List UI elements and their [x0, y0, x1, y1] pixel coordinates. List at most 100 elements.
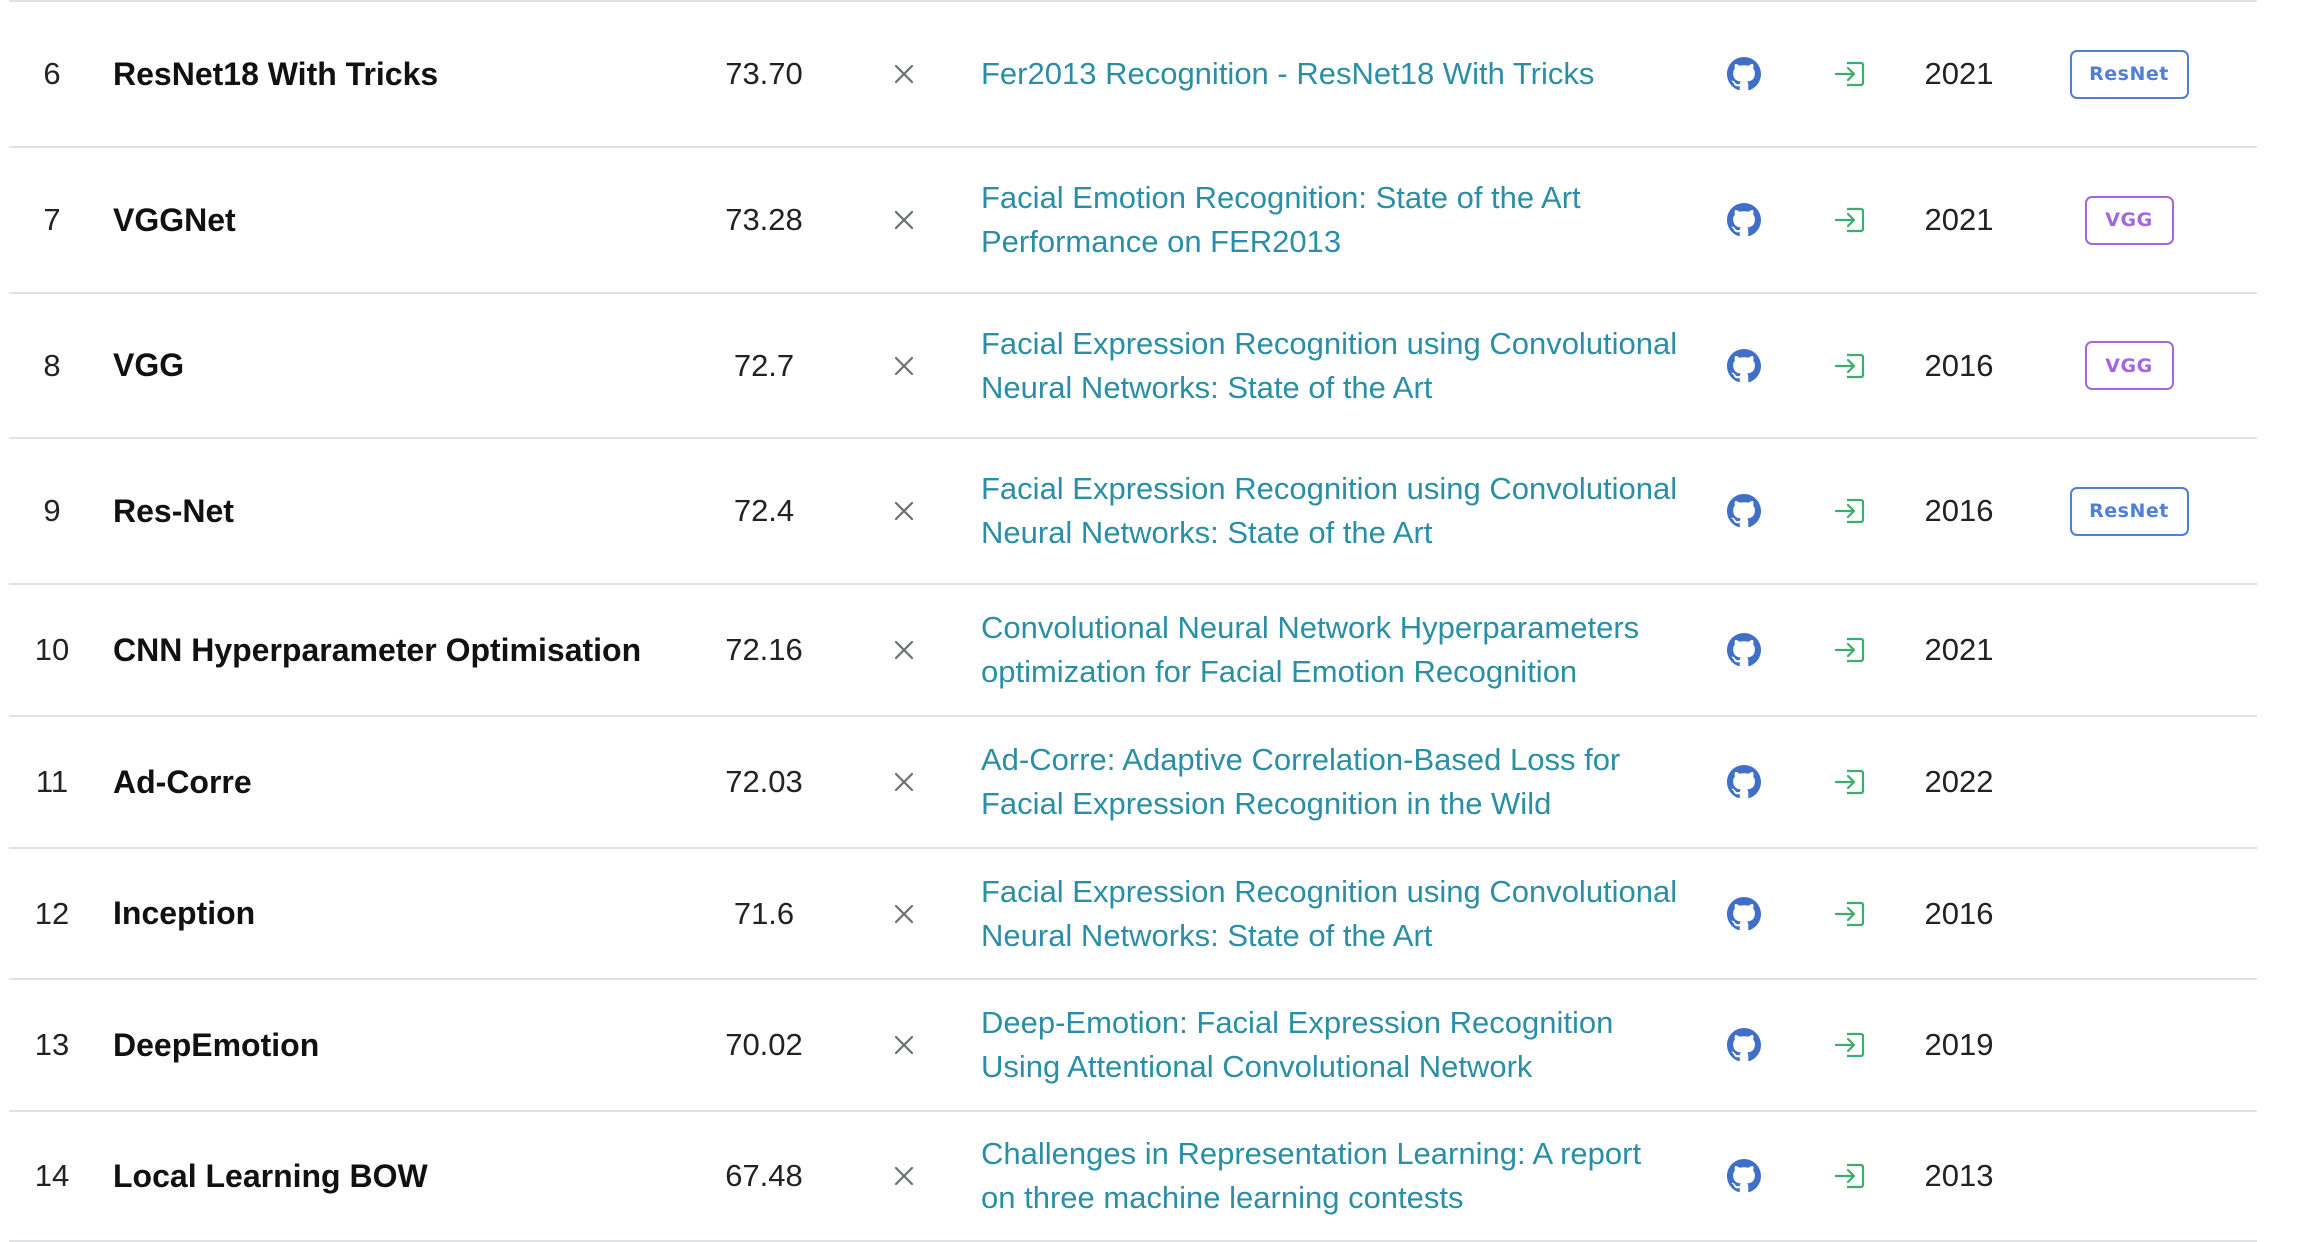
accuracy-value: 67.48 — [725, 1158, 803, 1193]
paper-link[interactable]: Facial Expression Recognition using Conv… — [981, 322, 1681, 410]
rank-cell: 9 — [43, 493, 61, 528]
accuracy-value: 72.4 — [733, 493, 795, 528]
year-cell: 2013 — [1924, 1158, 1994, 1193]
table-row: 6 ResNet18 With Tricks 73.70 Fer2013 Rec… — [9, 0, 2257, 146]
github-icon[interactable] — [1709, 849, 1779, 978]
github-icon[interactable] — [1709, 2, 1779, 146]
github-icon[interactable] — [1709, 980, 1779, 1110]
paper-cell: Facial Expression Recognition using Conv… — [981, 849, 1681, 978]
model-name: Inception — [113, 895, 256, 931]
method-tag[interactable]: ResNet — [2069, 486, 2189, 536]
rank-cell: 12 — [34, 895, 70, 931]
method-tag[interactable]: VGG — [2084, 341, 2174, 390]
year-cell: 2021 — [1924, 632, 1994, 667]
accuracy-value: 71.6 — [733, 895, 795, 931]
tag-cell: VGG — [2049, 294, 2209, 437]
paper-cell: Fer2013 Recognition - ResNet18 With Tric… — [981, 2, 1681, 146]
close-icon — [869, 1112, 939, 1240]
paper-link[interactable]: Facial Emotion Recognition: State of the… — [981, 176, 1681, 264]
table-row: 10 CNN Hyperparameter Optimisation 72.16… — [9, 583, 2257, 715]
table-row: 11 Ad-Corre 72.03 Ad-Corre: Adaptive Cor… — [9, 715, 2257, 847]
year-cell: 2021 — [1924, 56, 1994, 91]
table-row: 14 Local Learning BOW 67.48 Challenges i… — [9, 1110, 2257, 1242]
year-cell: 2016 — [1924, 493, 1994, 528]
close-icon — [869, 439, 939, 583]
github-icon[interactable] — [1709, 294, 1779, 437]
rank-cell: 7 — [43, 202, 61, 237]
paper-link[interactable]: Convolutional Neural Network Hyperparame… — [981, 606, 1681, 694]
close-icon — [869, 585, 939, 715]
close-icon — [869, 849, 939, 978]
tag-cell: VGG — [2049, 148, 2209, 292]
sign-in-arrow-icon[interactable] — [1815, 1112, 1885, 1240]
model-name: Local Learning BOW — [113, 1157, 428, 1194]
tag-cell — [2049, 1112, 2209, 1240]
paper-cell: Facial Expression Recognition using Conv… — [981, 294, 1681, 437]
sign-in-arrow-icon[interactable] — [1815, 148, 1885, 292]
tag-cell — [2049, 980, 2209, 1110]
rank-cell: 10 — [34, 632, 70, 667]
accuracy-value: 72.7 — [733, 347, 795, 383]
model-name: Res-Net — [113, 492, 234, 529]
accuracy-value: 72.16 — [725, 632, 803, 667]
github-icon[interactable] — [1709, 585, 1779, 715]
rank-cell: 13 — [34, 1027, 70, 1062]
sign-in-arrow-icon[interactable] — [1815, 849, 1885, 978]
paper-link[interactable]: Deep-Emotion: Facial Expression Recognit… — [981, 1001, 1681, 1089]
model-name: CNN Hyperparameter Optimisation — [113, 631, 642, 668]
close-icon — [869, 717, 939, 847]
year-cell: 2022 — [1924, 764, 1994, 799]
model-name: ResNet18 With Tricks — [113, 55, 439, 92]
model-name: VGGNet — [113, 201, 236, 238]
sign-in-arrow-icon[interactable] — [1815, 717, 1885, 847]
tag-cell — [2049, 849, 2209, 978]
tag-cell — [2049, 717, 2209, 847]
paper-cell: Ad-Corre: Adaptive Correlation-Based Los… — [981, 717, 1681, 847]
close-icon — [869, 148, 939, 292]
year-cell: 2019 — [1924, 1027, 1994, 1062]
model-name: VGG — [113, 347, 185, 383]
table-row: 13 DeepEmotion 70.02 Deep-Emotion: Facia… — [9, 978, 2257, 1110]
table-row: 12 Inception 71.6 Facial Expression Reco… — [9, 847, 2257, 978]
github-icon[interactable] — [1709, 439, 1779, 583]
year-cell: 2016 — [1924, 347, 1994, 383]
paper-link[interactable]: Facial Expression Recognition using Conv… — [981, 467, 1681, 555]
close-icon — [869, 2, 939, 146]
method-tag[interactable]: VGG — [2084, 195, 2174, 245]
close-icon — [869, 294, 939, 437]
paper-cell: Deep-Emotion: Facial Expression Recognit… — [981, 980, 1681, 1110]
method-tag[interactable]: ResNet — [2069, 49, 2189, 99]
github-icon[interactable] — [1709, 1112, 1779, 1240]
sign-in-arrow-icon[interactable] — [1815, 294, 1885, 437]
paper-cell: Challenges in Representation Learning: A… — [981, 1112, 1681, 1240]
model-name: Ad-Corre — [113, 763, 252, 800]
sign-in-arrow-icon[interactable] — [1815, 2, 1885, 146]
close-icon — [869, 980, 939, 1110]
model-name: DeepEmotion — [113, 1026, 320, 1063]
paper-cell: Convolutional Neural Network Hyperparame… — [981, 585, 1681, 715]
paper-link[interactable]: Facial Expression Recognition using Conv… — [981, 870, 1681, 958]
year-cell: 2016 — [1924, 895, 1994, 931]
rank-cell: 8 — [43, 347, 61, 383]
rank-cell: 6 — [43, 56, 61, 91]
accuracy-value: 72.03 — [725, 764, 803, 799]
paper-cell: Facial Emotion Recognition: State of the… — [981, 148, 1681, 292]
accuracy-value: 70.02 — [725, 1027, 803, 1062]
accuracy-value: 73.70 — [725, 56, 803, 91]
sign-in-arrow-icon[interactable] — [1815, 585, 1885, 715]
accuracy-value: 73.28 — [725, 202, 803, 237]
tag-cell — [2049, 585, 2209, 715]
paper-link[interactable]: Ad-Corre: Adaptive Correlation-Based Los… — [981, 738, 1681, 826]
rank-cell: 14 — [34, 1158, 70, 1193]
github-icon[interactable] — [1709, 148, 1779, 292]
rank-cell: 11 — [35, 764, 69, 799]
year-cell: 2021 — [1924, 202, 1994, 237]
paper-link[interactable]: Challenges in Representation Learning: A… — [981, 1132, 1681, 1220]
table-row: 9 Res-Net 72.4 Facial Expression Recogni… — [9, 437, 2257, 583]
tag-cell: ResNet — [2049, 2, 2209, 146]
github-icon[interactable] — [1709, 717, 1779, 847]
sign-in-arrow-icon[interactable] — [1815, 439, 1885, 583]
paper-link[interactable]: Fer2013 Recognition - ResNet18 With Tric… — [981, 52, 1594, 96]
sign-in-arrow-icon[interactable] — [1815, 980, 1885, 1110]
tag-cell: ResNet — [2049, 439, 2209, 583]
